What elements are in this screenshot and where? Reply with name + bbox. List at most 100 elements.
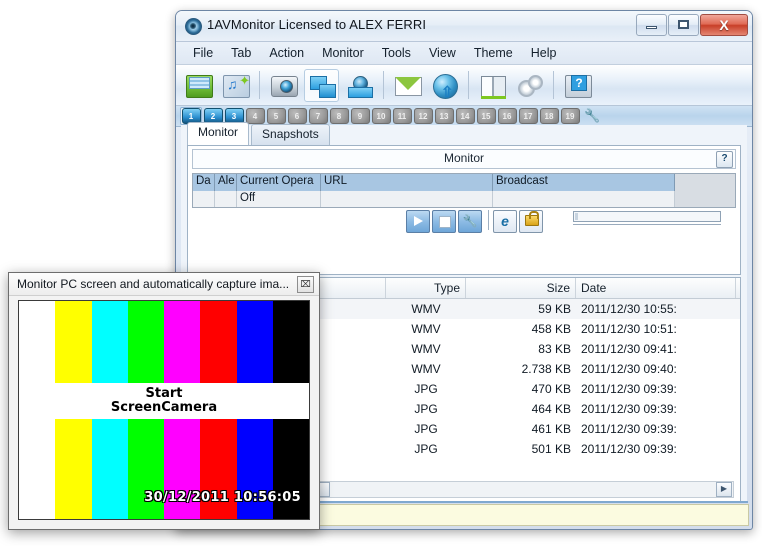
cell-size: 2.738 KB xyxy=(466,362,576,376)
internet-explorer-icon: e xyxy=(494,211,516,232)
camera-badge: 19 xyxy=(561,108,580,124)
column-url[interactable]: URL xyxy=(321,174,493,191)
camera-button-18[interactable]: 18 xyxy=(539,108,559,124)
table-row[interactable]: Off xyxy=(193,191,735,207)
menu-tools[interactable]: Tools xyxy=(373,44,420,62)
cell-url xyxy=(321,191,493,207)
settings-gears-icon[interactable] xyxy=(513,70,546,101)
cell-date: 2011/12/30 09:40: xyxy=(576,362,736,376)
lock-icon xyxy=(525,215,539,226)
mail-icon[interactable] xyxy=(391,70,424,101)
scroll-right-arrow[interactable]: ▶ xyxy=(716,482,732,497)
cell-date: 2011/12/30 09:39: xyxy=(576,402,736,416)
cell-size: 464 KB xyxy=(466,402,576,416)
menu-tab[interactable]: Tab xyxy=(222,44,260,62)
window-title: 1AVMonitor Licensed to ALEX FERRI xyxy=(207,17,426,32)
camera-button-16[interactable]: 16 xyxy=(497,108,517,124)
screencamera-preview[interactable]: Start ScreenCamera 30/12/2011 10:56:05 xyxy=(18,300,310,520)
stop-icon xyxy=(439,216,451,228)
camera-badge: 15 xyxy=(477,108,496,124)
camera-button-17[interactable]: 17 xyxy=(518,108,538,124)
cell-alert xyxy=(215,191,237,207)
camera-icon[interactable] xyxy=(267,70,300,101)
camera-button-6[interactable]: 6 xyxy=(287,108,307,124)
monitor-panel: Monitor ? Da Ale Current Opera URL Broad… xyxy=(187,145,741,275)
menu-view[interactable]: View xyxy=(420,44,465,62)
cell-type: WMV xyxy=(386,362,466,376)
column-date[interactable]: Date xyxy=(576,278,736,298)
close-icon[interactable]: ⌧ xyxy=(297,276,314,293)
camera-button-7[interactable]: 7 xyxy=(308,108,328,124)
camera-badge: 9 xyxy=(351,108,370,124)
timestamp-overlay: 30/12/2011 10:56:05 xyxy=(144,490,301,505)
camera-button-9[interactable]: 9 xyxy=(350,108,370,124)
media-wizard-icon[interactable]: ✦ xyxy=(219,70,252,101)
cell-type: JPG xyxy=(386,382,466,396)
camera-button-19[interactable]: 19 xyxy=(560,108,580,124)
maximize-icon xyxy=(678,20,689,29)
cell-broadcast xyxy=(493,191,675,207)
play-icon xyxy=(414,216,423,226)
cell-size: 501 KB xyxy=(466,442,576,456)
camera-lens-icon xyxy=(185,18,202,35)
control-separator xyxy=(488,210,489,230)
column-alert[interactable]: Ale xyxy=(215,174,237,191)
camera-button-11[interactable]: 11 xyxy=(392,108,412,124)
cell-type: WMV xyxy=(386,322,466,336)
camera-badge: 12 xyxy=(414,108,433,124)
cell-size: 470 KB xyxy=(466,382,576,396)
webcam-icon[interactable] xyxy=(343,70,376,101)
shapes-icon[interactable] xyxy=(304,69,339,102)
column-broadcast[interactable]: Broadcast xyxy=(493,174,675,191)
cell-type: JPG xyxy=(386,442,466,456)
camera-button-14[interactable]: 14 xyxy=(455,108,475,124)
book-icon[interactable] xyxy=(476,70,509,101)
overlay-text: Start ScreenCamera xyxy=(19,383,309,419)
column-pad xyxy=(675,174,735,191)
camera-badge: 8 xyxy=(330,108,349,124)
camera-button-13[interactable]: 13 xyxy=(434,108,454,124)
toolbar-separator xyxy=(383,71,384,99)
camera-badge: 10 xyxy=(372,108,391,124)
camera-button-10[interactable]: 10 xyxy=(371,108,391,124)
tab-snapshots[interactable]: Snapshots xyxy=(251,124,330,145)
menu-help[interactable]: Help xyxy=(522,44,566,62)
cell-date xyxy=(193,191,215,207)
menu-action[interactable]: Action xyxy=(260,44,313,62)
cell-size: 59 KB xyxy=(466,302,576,316)
configure-button[interactable]: 🔧 xyxy=(458,210,482,233)
camera-button-8[interactable]: 8 xyxy=(329,108,349,124)
column-type[interactable]: Type xyxy=(386,278,466,298)
menu-file[interactable]: File xyxy=(184,44,222,62)
window-buttons: X xyxy=(635,14,748,36)
camera-badge: 11 xyxy=(393,108,412,124)
column-size[interactable]: Size xyxy=(466,278,576,298)
play-button[interactable] xyxy=(406,210,430,233)
camera-button-4[interactable]: 4 xyxy=(245,108,265,124)
cell-date: 2011/12/30 09:39: xyxy=(576,382,736,396)
cell-date: 2011/12/30 10:51: xyxy=(576,322,736,336)
overlay-line-2: ScreenCamera xyxy=(111,401,217,415)
minimize-button[interactable] xyxy=(636,14,667,36)
cell-type: WMV xyxy=(386,342,466,356)
tab-monitor[interactable]: Monitor xyxy=(187,122,249,145)
column-date[interactable]: Da xyxy=(193,174,215,191)
camera-button-15[interactable]: 15 xyxy=(476,108,496,124)
menu-monitor[interactable]: Monitor xyxy=(313,44,373,62)
help-button[interactable]: ? xyxy=(716,151,733,168)
cell-pad xyxy=(675,191,735,207)
menu-theme[interactable]: Theme xyxy=(465,44,522,62)
globe-upload-icon[interactable]: ⇧ xyxy=(428,70,461,101)
toolbar-separator xyxy=(468,71,469,99)
camera-button-5[interactable]: 5 xyxy=(266,108,286,124)
camera-button-12[interactable]: 12 xyxy=(413,108,433,124)
maximize-button[interactable] xyxy=(668,14,699,36)
help-book-icon[interactable] xyxy=(561,70,594,101)
wrench-icon[interactable]: 🔧 xyxy=(584,108,600,124)
open-inbox-icon[interactable] xyxy=(182,70,215,101)
column-operation[interactable]: Current Opera xyxy=(237,174,321,191)
stop-button[interactable] xyxy=(432,210,456,233)
browser-button[interactable]: e xyxy=(493,210,517,233)
lock-button[interactable] xyxy=(519,210,543,233)
close-button[interactable]: X xyxy=(700,14,748,36)
